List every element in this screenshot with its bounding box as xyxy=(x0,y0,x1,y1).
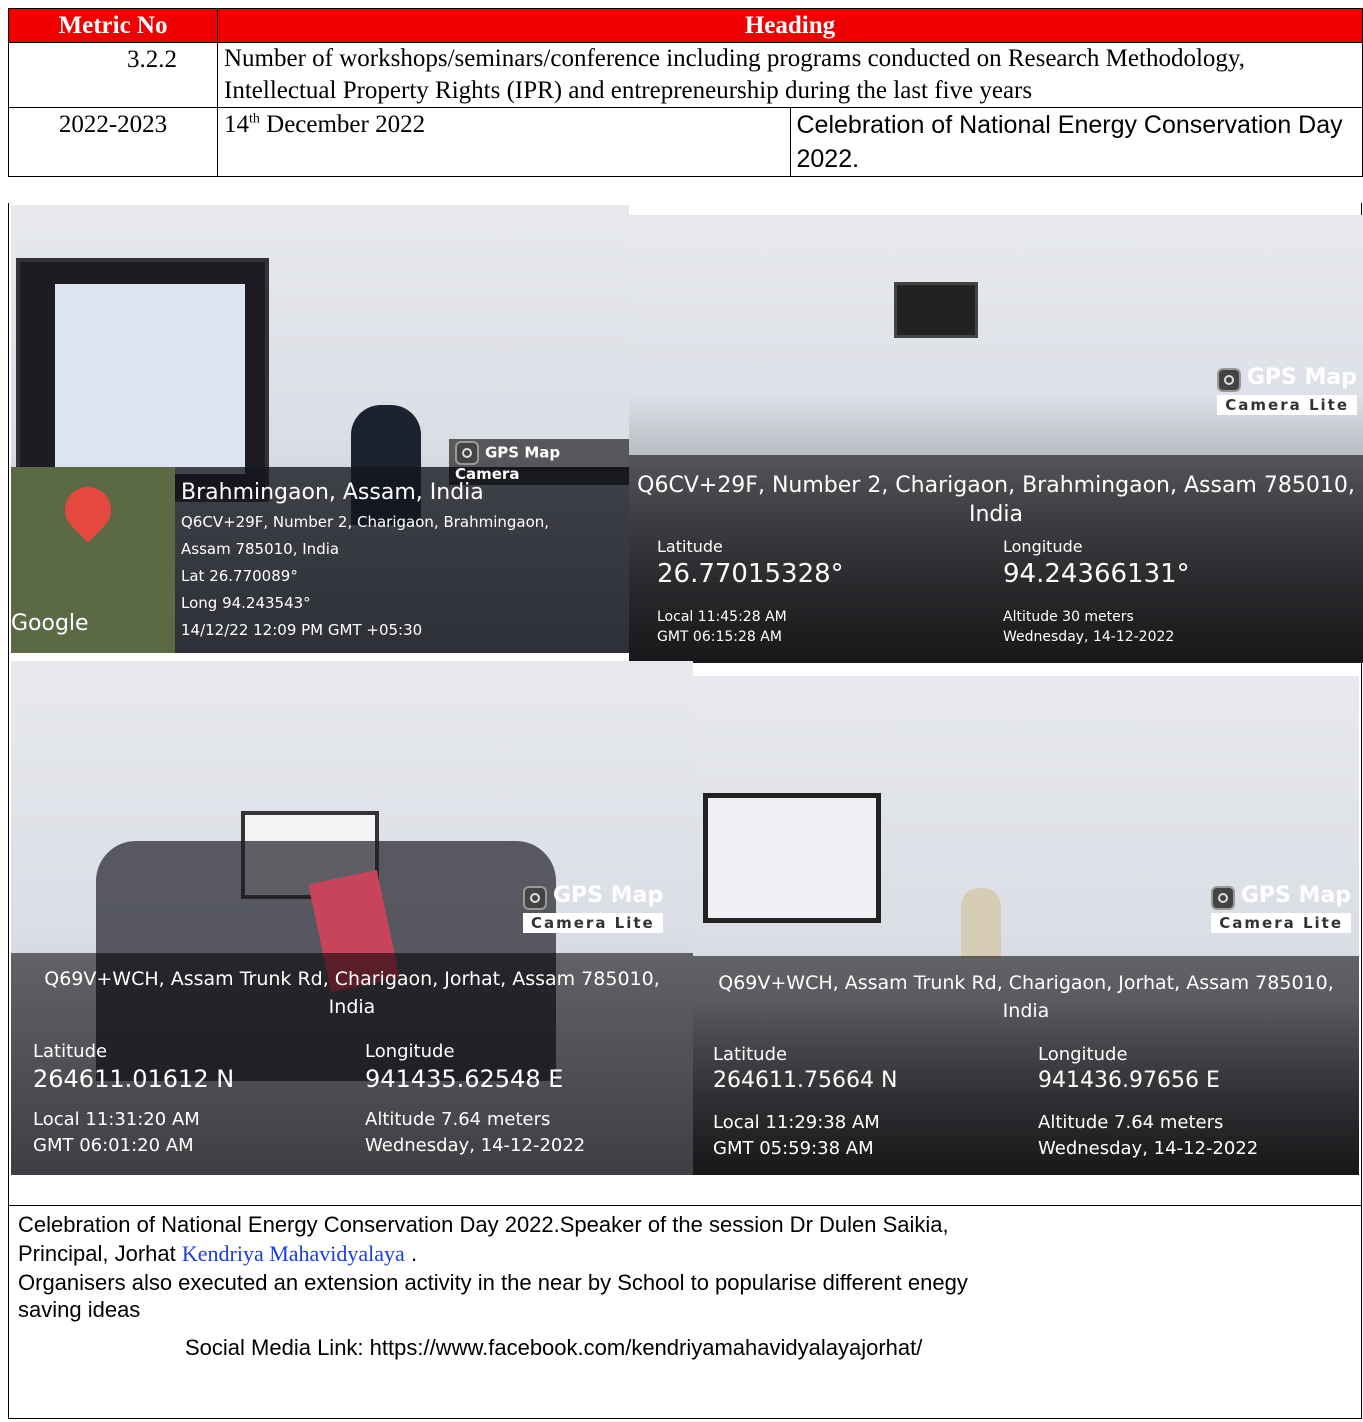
place-name: Brahmingaon, Assam, India xyxy=(181,480,484,505)
display-screen xyxy=(16,258,269,502)
date-rest: December 2022 xyxy=(259,111,426,138)
map-pin-icon xyxy=(55,477,121,543)
latitude-value: 26.77015328° xyxy=(657,559,844,589)
caption-line-2: Principal, Jorhat Kendriya Mahavidyalaya… xyxy=(18,1240,1358,1267)
latitude-label: Latitude xyxy=(713,1044,788,1065)
address-line-1: Q6CV+29F, Number 2, Charigaon, Brahminga… xyxy=(181,513,550,531)
gmt-time: GMT 06:01:20 AM xyxy=(33,1135,194,1156)
caption-line-4: saving ideas xyxy=(18,1297,141,1322)
metric-table: Metric No Heading 3.2.2 Number of worksh… xyxy=(8,8,1363,177)
local-time: Local 11:45:28 AM xyxy=(657,609,787,625)
camera-icon xyxy=(1216,367,1241,392)
caption-divider xyxy=(9,1205,1361,1206)
latitude-label: Latitude xyxy=(657,537,723,556)
weekday-date: Wednesday, 14-12-2022 xyxy=(1038,1138,1259,1159)
caption-line-3: Organisers also executed an extension ac… xyxy=(18,1270,968,1295)
altitude: Altitude 7.64 meters xyxy=(1038,1112,1224,1133)
header-heading: Heading xyxy=(217,8,1363,43)
longitude-label: Longitude xyxy=(1038,1044,1128,1065)
longitude-value: 941435.62548 E xyxy=(365,1065,564,1093)
display-screen xyxy=(894,282,978,338)
caption-line-2-suffix: . xyxy=(404,1241,418,1266)
gps-badge: GPS Map Camera Lite xyxy=(1216,365,1357,415)
altitude: Altitude 7.64 meters xyxy=(365,1109,551,1130)
gps-badge: GPS Map Camera Lite xyxy=(523,883,663,933)
academic-year: 2022-2023 xyxy=(8,107,218,177)
header-metric-no: Metric No xyxy=(8,8,218,43)
college-name-link[interactable]: Kendriya Mahavidyalaya xyxy=(182,1241,405,1266)
gps-badge: GPS Map Camera Lite xyxy=(1210,883,1351,933)
local-time: Local 11:31:20 AM xyxy=(33,1109,200,1130)
metric-row: 3.2.2 Number of workshops/seminars/confe… xyxy=(8,42,1363,108)
camera-icon xyxy=(523,885,547,910)
map-brand: Google xyxy=(11,611,89,636)
social-media-link[interactable]: Social Media Link: https://www.facebook.… xyxy=(185,1334,922,1361)
photo-lecture: GPS Map Camera Lite Q69V+WCH, Assam Trun… xyxy=(693,676,1359,1175)
gps-badge-top: GPS Map xyxy=(553,883,664,908)
map-thumbnail: Google xyxy=(11,467,175,653)
photo-frame: Google GPS Map Camera Brahmingaon, Assam… xyxy=(8,203,1363,1419)
gps-badge-bottom: Camera Lite xyxy=(523,912,663,933)
gps-badge-bottom: Camera Lite xyxy=(1217,394,1357,415)
altitude: Altitude 30 meters xyxy=(1003,609,1134,625)
camera-icon xyxy=(455,441,479,465)
longitude: Long 94.243543° xyxy=(181,594,311,612)
table-header-row: Metric No Heading xyxy=(8,8,1363,43)
gps-badge: GPS Map Camera xyxy=(449,439,629,485)
date-suffix: th xyxy=(249,111,260,127)
photo-release: GPS Map Camera Lite Q69V+WCH, Assam Trun… xyxy=(11,661,693,1175)
longitude-label: Longitude xyxy=(1003,537,1083,556)
address-line-1: Q69V+WCH, Assam Trunk Rd, Charigaon, Jor… xyxy=(718,972,1334,994)
gps-badge-top: GPS Map xyxy=(1240,883,1351,908)
display-screen xyxy=(703,793,881,923)
gmt-time: GMT 06:15:28 AM xyxy=(657,629,782,645)
address-line-1: Q6CV+29F, Number 2, Charigaon, Brahminga… xyxy=(637,473,1355,498)
photo-speaker: Google GPS Map Camera Brahmingaon, Assam… xyxy=(11,205,629,653)
address-line-2: India xyxy=(1002,1000,1050,1022)
metric-number: 3.2.2 xyxy=(8,42,218,108)
metric-description: Number of workshops/seminars/conference … xyxy=(217,42,1363,108)
date-day: 14 xyxy=(224,111,249,138)
latitude-value: 264611.01612 N xyxy=(33,1065,235,1093)
weekday-date: Wednesday, 14-12-2022 xyxy=(1003,629,1175,645)
speaker-figure xyxy=(961,888,1001,958)
latitude-label: Latitude xyxy=(33,1041,108,1062)
longitude-label: Longitude xyxy=(365,1041,455,1062)
event-row: 2022-2023 14th December 2022 Celebration… xyxy=(8,107,1363,177)
local-time: Local 11:29:38 AM xyxy=(713,1112,880,1133)
datetime: 14/12/22 12:09 PM GMT +05:30 xyxy=(181,621,423,639)
address-line-1: Q69V+WCH, Assam Trunk Rd, Charigaon, Jor… xyxy=(44,968,660,990)
camera-icon xyxy=(1210,885,1235,910)
event-title: Celebration of National Energy Conservat… xyxy=(789,107,1363,177)
address-line-2: India xyxy=(969,502,1023,527)
longitude-value: 94.24366131° xyxy=(1003,559,1190,589)
caption-line-2-prefix: Principal, Jorhat xyxy=(18,1241,182,1266)
address-line-2: Assam 785010, India xyxy=(181,540,340,558)
document-page: Metric No Heading 3.2.2 Number of worksh… xyxy=(0,0,1363,1422)
gps-badge-top: GPS Map xyxy=(1246,365,1357,390)
latitude: Lat 26.770089° xyxy=(181,567,298,585)
event-date: 14th December 2022 xyxy=(217,107,791,177)
latitude-value: 264611.75664 N xyxy=(713,1068,898,1093)
photo-audience: GPS Map Camera Lite Q6CV+29F, Number 2, … xyxy=(629,215,1363,663)
gps-badge-bottom: Camera Lite xyxy=(1211,912,1351,933)
longitude-value: 941436.97656 E xyxy=(1038,1068,1220,1093)
caption-line-1: Celebration of National Energy Conservat… xyxy=(18,1212,949,1237)
gmt-time: GMT 05:59:38 AM xyxy=(713,1138,874,1159)
weekday-date: Wednesday, 14-12-2022 xyxy=(365,1135,586,1156)
address-line-2: India xyxy=(328,996,376,1018)
